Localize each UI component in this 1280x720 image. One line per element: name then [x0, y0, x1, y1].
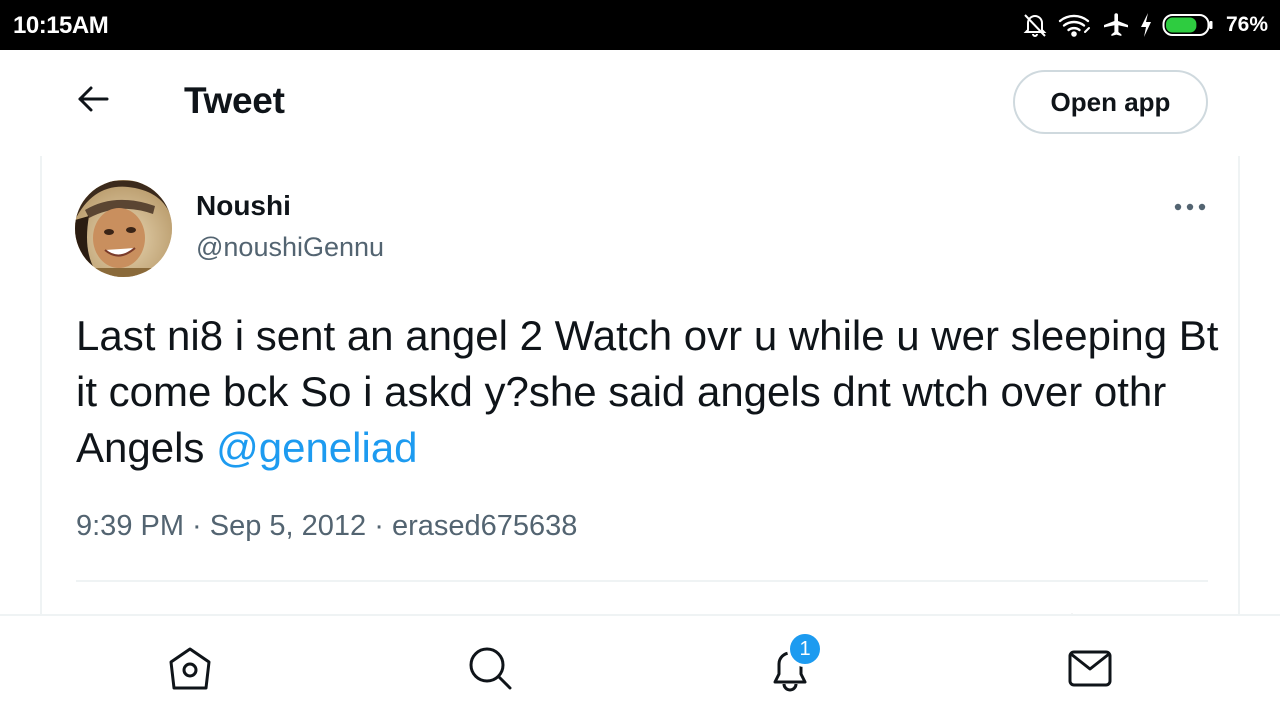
nav-messages[interactable]	[1060, 640, 1120, 700]
charging-bolt-icon	[1140, 13, 1152, 37]
bottom-navigation: 1	[0, 614, 1280, 720]
status-bar: 10:15AM 76%	[0, 0, 1280, 50]
author-handle[interactable]: @noushiGennu	[196, 232, 384, 263]
avatar[interactable]	[75, 180, 172, 277]
battery-icon	[1162, 13, 1214, 37]
back-button[interactable]	[72, 80, 114, 122]
battery-percent: 76%	[1225, 13, 1268, 36]
more-horizontal-icon	[1174, 198, 1206, 216]
tweet-card: Noushi @noushiGennu Last ni8 i sent an a…	[40, 156, 1240, 622]
nav-home[interactable]	[160, 640, 220, 700]
notification-badge: 1	[787, 631, 823, 667]
mute-bell-icon	[1022, 12, 1048, 38]
tweet-meta[interactable]: 9:39 PM · Sep 5, 2012 · erased675638	[76, 510, 577, 543]
tweet-text: Last ni8 i sent an angel 2 Watch ovr u w…	[76, 308, 1226, 476]
nav-search[interactable]	[460, 640, 520, 700]
arrow-left-icon	[76, 84, 110, 119]
search-icon	[466, 644, 514, 697]
top-app-bar: Tweet Open app	[0, 50, 1280, 156]
mention-link[interactable]: @geneliad	[216, 424, 417, 471]
wifi-icon	[1058, 12, 1092, 38]
home-icon	[166, 644, 214, 697]
page-title: Tweet	[184, 80, 285, 121]
status-icons: 76%	[1022, 10, 1268, 40]
messages-icon	[1066, 644, 1114, 697]
more-options-button[interactable]	[1170, 192, 1210, 222]
divider	[76, 580, 1208, 582]
open-app-button[interactable]: Open app	[1013, 70, 1208, 134]
author-name[interactable]: Noushi	[196, 190, 291, 222]
airplane-icon	[1102, 12, 1130, 38]
status-time: 10:15AM	[13, 12, 109, 39]
